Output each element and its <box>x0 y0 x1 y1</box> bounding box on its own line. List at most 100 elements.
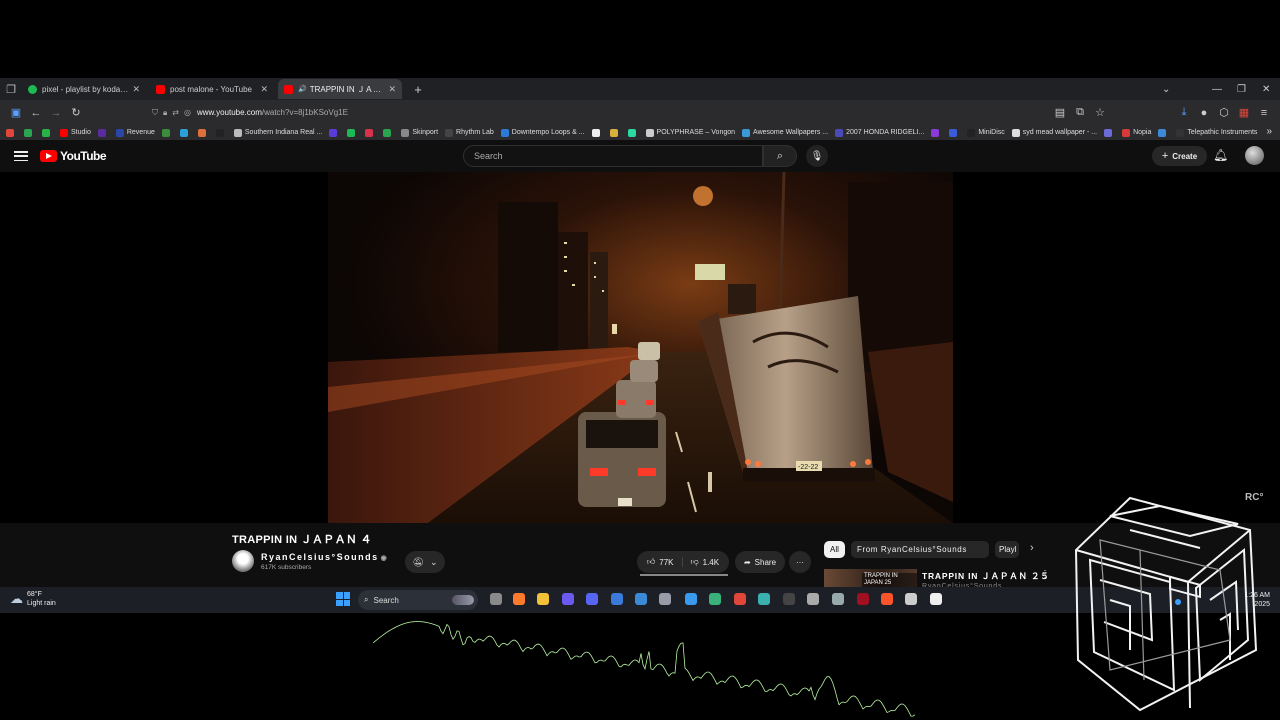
bookmark-item[interactable]: syd mead wallpaper - ... <box>1011 128 1097 137</box>
create-button[interactable]: + Create <box>1152 146 1207 166</box>
bookmark-item[interactable] <box>197 128 209 137</box>
notifications-bell-icon[interactable]: 🔔︎ <box>1213 148 1228 162</box>
bookmark-item[interactable]: Awesome Wallpapers ... <box>742 128 828 137</box>
chip-playlists[interactable]: Playl <box>995 541 1019 558</box>
bookmark-item[interactable] <box>179 128 191 137</box>
hamburger-menu-icon[interactable] <box>14 151 28 161</box>
bookmark-item[interactable] <box>365 128 376 137</box>
chrome-icon[interactable] <box>734 593 746 605</box>
sidebar-toggle-icon[interactable]: ▣ <box>6 103 26 123</box>
menu-icon[interactable]: ≡ <box>1254 103 1274 123</box>
bookmark-item[interactable] <box>591 128 603 137</box>
channel-avatar[interactable] <box>232 550 254 572</box>
tab-actions-icon[interactable]: ❐ <box>0 78 22 100</box>
bookmark-item[interactable] <box>609 128 621 137</box>
like-button[interactable]: 👍︎ 77K <box>647 557 683 567</box>
extensions-icon[interactable]: ⬡ <box>1214 103 1234 123</box>
recommended-title[interactable]: TRAPPIN IN ＪＡＰＡＮ ２５ <box>922 570 1050 582</box>
extension-badge-icon[interactable]: ▦ <box>1234 103 1254 123</box>
bookmark-item[interactable] <box>24 128 35 137</box>
chip-all[interactable]: All <box>824 541 845 558</box>
bookmark-item[interactable] <box>383 128 394 137</box>
bookmark-item[interactable]: Southern Indiana Real ... <box>233 128 322 137</box>
bookmark-item[interactable] <box>627 128 639 137</box>
file-explorer-icon[interactable] <box>537 593 549 605</box>
bookmark-item[interactable] <box>97 128 109 137</box>
tab-spotify[interactable]: pixel - playlist by kodachrome!! ✕ <box>22 79 146 99</box>
pip-icon[interactable]: ⧉ <box>1070 103 1090 123</box>
address-bar[interactable]: ⛉ 🔒︎ ⇄ ◎ www.youtube.com/watch?v=8j1bKSo… <box>92 103 1044 123</box>
video-player[interactable]: -22-22 RC° <box>0 172 1280 523</box>
app-gray-icon[interactable] <box>659 593 671 605</box>
account-avatar[interactable] <box>1245 146 1264 165</box>
tab-trappin-in-japan[interactable]: 🔊 TRAPPIN IN ＪＡＰＡＮ ４ ✕ <box>278 79 402 99</box>
video-frame[interactable]: -22-22 <box>328 172 953 523</box>
search-button[interactable]: ⌕ <box>763 145 797 167</box>
bookmark-item[interactable]: Nopia <box>1122 128 1151 137</box>
lock-icon[interactable]: 🔒︎ <box>163 108 167 118</box>
start-button[interactable] <box>336 592 350 606</box>
app-white-icon[interactable] <box>930 593 942 605</box>
notes-icon[interactable] <box>685 593 697 605</box>
subscription-notifications-button[interactable]: 🔕︎ ⌄ <box>405 551 445 573</box>
sheets-icon[interactable] <box>709 593 721 605</box>
close-tab-icon[interactable]: ✕ <box>132 84 140 95</box>
permissions-icon[interactable]: ⇄ <box>172 108 179 117</box>
shield-icon[interactable]: ⛉ <box>152 108 158 118</box>
channel-name[interactable]: RyanCelsius°Sounds ◉ <box>261 552 388 562</box>
app-dark-icon[interactable] <box>783 593 795 605</box>
bookmarks-overflow-icon[interactable]: » <box>1266 126 1272 137</box>
steam-icon[interactable] <box>635 593 647 605</box>
close-window-button[interactable]: ✕ <box>1262 78 1270 100</box>
minimize-button[interactable]: — <box>1212 78 1222 100</box>
bookmark-item[interactable]: POLYPHRASE – Vongon <box>645 128 735 137</box>
browser-firefox-icon[interactable] <box>513 593 525 605</box>
tab-list-icon[interactable]: ⌄ <box>1162 78 1170 100</box>
account-icon[interactable]: ● <box>1194 103 1214 123</box>
voice-search-button[interactable]: 🎙︎ <box>806 145 828 167</box>
brave-icon[interactable] <box>881 593 893 605</box>
more-actions-button[interactable]: ··· <box>789 551 811 573</box>
bookmark-item[interactable]: 2007 HONDA RIDGELI... <box>835 128 924 137</box>
back-button[interactable]: ← <box>26 103 46 123</box>
reader-view-icon[interactable]: ▤ <box>1050 103 1070 123</box>
close-tab-icon[interactable]: ✕ <box>388 84 396 95</box>
app-blue-icon[interactable] <box>611 593 623 605</box>
bookmark-item[interactable] <box>215 128 227 137</box>
bookmark-item[interactable]: MiniDisc <box>967 128 1005 137</box>
bookmark-item[interactable]: Rhythm Lab <box>445 128 494 137</box>
bookmark-item[interactable]: Skinport <box>401 128 438 137</box>
bookmark-item[interactable]: Telepathic Instruments <box>1176 128 1257 137</box>
app-star-icon[interactable] <box>807 593 819 605</box>
chip-from-channel[interactable]: From RyanCelsius°Sounds <box>851 541 989 558</box>
recommended-menu-icon[interactable]: ⋮ <box>1040 569 1050 580</box>
close-tab-icon[interactable]: ✕ <box>260 84 268 95</box>
maximize-button[interactable]: ❐ <box>1237 78 1246 100</box>
bookmark-star-icon[interactable]: ☆ <box>1090 103 1110 123</box>
youtube-logo[interactable]: YouTube <box>40 149 107 163</box>
reload-button[interactable]: ↻ <box>66 103 86 123</box>
app-teal-icon[interactable] <box>758 593 770 605</box>
bookmark-item[interactable] <box>6 128 17 137</box>
weather-widget[interactable]: ☁ 68°F Light rain <box>10 590 56 608</box>
bookmark-item[interactable] <box>1104 128 1115 137</box>
audio-playing-icon[interactable]: 🔊 <box>298 85 307 93</box>
app-red-icon[interactable] <box>857 593 869 605</box>
bookmark-item[interactable] <box>42 128 53 137</box>
app-x-icon[interactable] <box>905 593 917 605</box>
bookmark-item[interactable] <box>949 128 960 137</box>
forward-button[interactable]: → <box>46 103 66 123</box>
bookmark-item[interactable]: Downtempo Loops & ... <box>500 128 585 137</box>
tracking-icon[interactable]: ◎ <box>184 108 191 117</box>
bookmark-item[interactable] <box>329 128 340 137</box>
settings-gear-icon[interactable] <box>832 593 844 605</box>
task-view-icon[interactable] <box>490 593 502 605</box>
bookmark-item[interactable] <box>1158 128 1169 137</box>
dislike-button[interactable]: 👎︎ 1.4K <box>683 557 720 567</box>
search-input[interactable]: Search <box>463 145 763 167</box>
app-purple-icon[interactable] <box>562 593 574 605</box>
bookmark-item[interactable]: Studio <box>60 128 91 137</box>
recommended-thumbnail[interactable]: TRAPPIN IN JAPAN 25 <box>824 569 917 587</box>
tab-post-malone[interactable]: post malone - YouTube ✕ <box>150 79 274 99</box>
bookmark-item[interactable] <box>161 128 173 137</box>
